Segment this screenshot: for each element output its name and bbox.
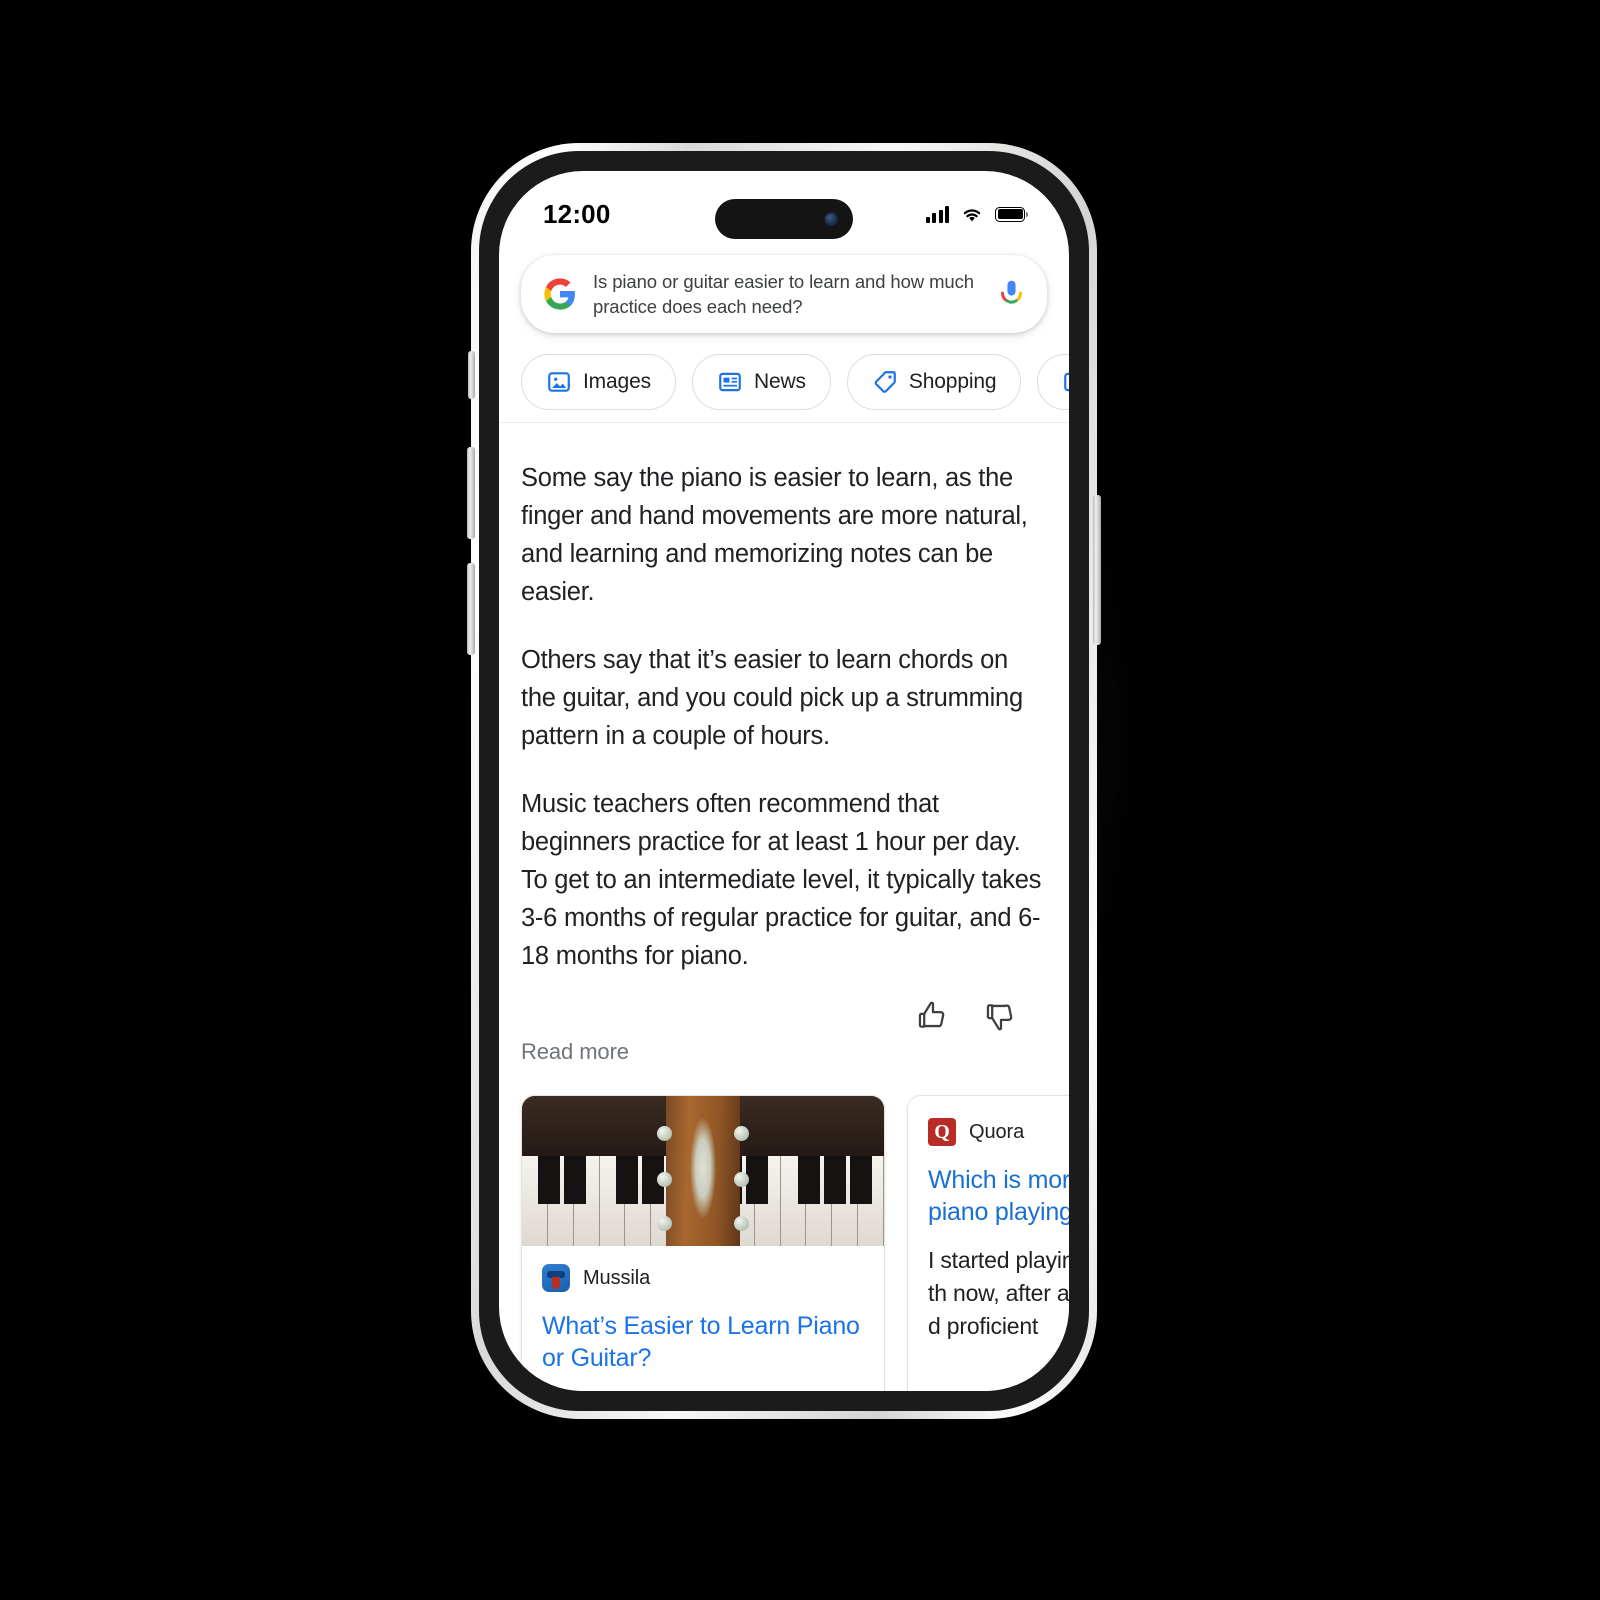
volume-down-button[interactable] — [467, 563, 475, 655]
result-card-mussila[interactable]: Mussila What’s Easier to Learn Piano or … — [521, 1095, 885, 1391]
result-title-link[interactable]: What’s Easier to Learn Piano or Guitar? — [542, 1310, 864, 1374]
thumbs-up-icon[interactable] — [915, 999, 949, 1033]
image-icon — [548, 372, 570, 392]
mussila-favicon — [542, 1264, 570, 1292]
google-logo — [544, 278, 575, 310]
result-source-name: Quora — [969, 1120, 1025, 1143]
status-bar-indicators — [925, 201, 1028, 223]
chip-images[interactable]: Images — [521, 354, 676, 410]
status-bar: 12:00 — [499, 171, 1069, 253]
price-tag-icon — [874, 371, 896, 393]
search-query-text: Is piano or guitar easier to learn and h… — [593, 271, 974, 317]
chip-label: Images — [583, 370, 651, 393]
volume-up-button[interactable] — [467, 447, 475, 539]
result-snippet: It’s much easier to learn a song for the… — [542, 1390, 864, 1391]
result-title-link[interactable]: Which is more playing piano playing guit… — [928, 1164, 1069, 1228]
phone-device-frame: 12:00 Is piano or guitar easier to learn… — [467, 143, 1101, 1419]
phone-bezel: 12:00 Is piano or guitar easier to learn… — [479, 151, 1089, 1411]
front-camera-icon — [824, 211, 839, 227]
search-bar[interactable]: Is piano or guitar easier to learn and h… — [521, 255, 1047, 333]
news-icon — [719, 372, 741, 392]
result-source-row: Mussila — [542, 1264, 864, 1292]
result-snippet: I started playin instruments th now, aft… — [928, 1247, 1069, 1339]
quora-favicon: Q — [928, 1118, 956, 1146]
search-bar-container: Is piano or guitar easier to learn and h… — [499, 255, 1069, 333]
search-filter-chips[interactable]: Images News Shopping — [499, 354, 1069, 410]
result-card-quora[interactable]: Q Quora Which is more playing piano play… — [907, 1095, 1069, 1391]
answer-paragraph-1: Some say the piano is easier to learn, a… — [521, 464, 1028, 606]
chip-news[interactable]: News — [691, 354, 831, 410]
guitar-headstock-over-piano-keys-photo — [522, 1096, 884, 1246]
read-more-link[interactable]: Read more — [521, 1039, 1047, 1065]
result-source-row: Q Quora — [928, 1118, 1069, 1146]
result-source-name: Mussila — [583, 1266, 651, 1289]
chip-shopping[interactable]: Shopping — [846, 354, 1022, 410]
thumbs-down-icon[interactable] — [983, 999, 1017, 1033]
chip-label: Shopping — [908, 370, 997, 393]
video-play-icon — [1064, 372, 1069, 392]
phone-screen: 12:00 Is piano or guitar easier to learn… — [499, 171, 1069, 1391]
microphone-icon[interactable] — [998, 279, 1025, 309]
status-bar-clock: 12:00 — [543, 198, 611, 229]
answer-paragraph-2: Others say that it’s easier to learn cho… — [521, 646, 1023, 750]
silent-switch-button[interactable] — [468, 351, 475, 399]
dynamic-island — [715, 199, 853, 239]
power-button[interactable] — [1093, 495, 1101, 645]
answer-paragraph-3: Music teachers often recommend that begi… — [521, 790, 1042, 970]
wifi-icon — [963, 209, 981, 222]
cellular-signal-icon — [925, 205, 949, 223]
result-cards: Mussila What’s Easier to Learn Piano or … — [521, 1095, 1069, 1391]
feedback-row — [521, 999, 1047, 1033]
chip-videos[interactable]: Videos — [1037, 354, 1069, 410]
chip-label: News — [753, 370, 806, 393]
battery-icon — [995, 206, 1028, 222]
search-results-content: Some say the piano is easier to learn, a… — [499, 423, 1069, 1391]
